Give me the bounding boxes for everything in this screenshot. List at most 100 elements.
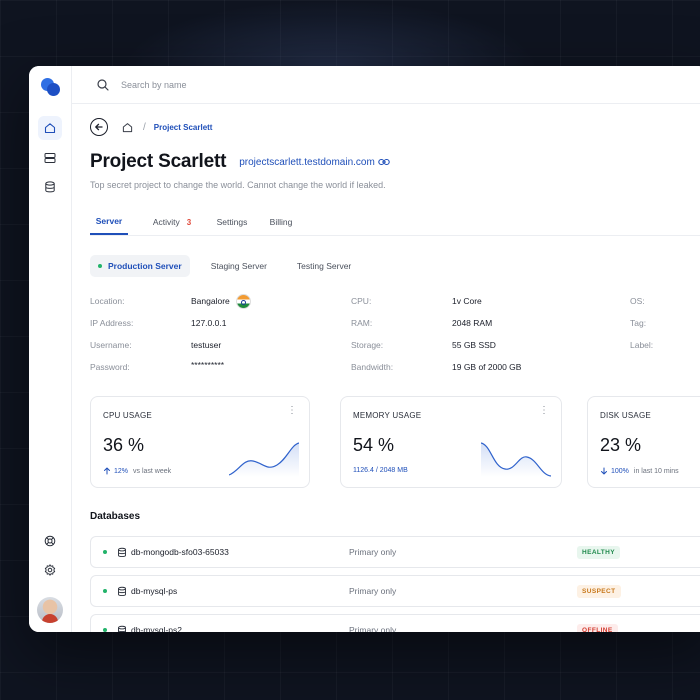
memory-usage-card: MEMORY USAGE ⋮ 54 % 1126.4 / 2048 MB (340, 396, 562, 488)
bandwidth-value: 19 GB of 2000 GB (452, 362, 522, 372)
storage-value: 55 GB SSD (452, 340, 496, 350)
tab-label: Activity (152, 217, 180, 227)
server-tab-production[interactable]: Production Server (90, 255, 190, 277)
username-value: testuser (191, 340, 222, 350)
avatar[interactable] (37, 597, 63, 623)
main-content: / Project Scarlett Project Scarlett proj… (90, 103, 700, 632)
memory-usage-value: 54 % (353, 435, 395, 455)
location-text: Bangalore (191, 295, 230, 306)
title-row: Project Scarlett projectscarlett.testdom… (90, 151, 390, 173)
bandwidth-label: Bandwidth: (351, 362, 394, 372)
back-button[interactable] (90, 118, 108, 136)
breadcrumb: / Project Scarlett (90, 117, 212, 137)
cpu-usage-value: 36 % (103, 435, 145, 455)
ram-label: RAM: (351, 318, 373, 328)
server-tab-testing[interactable]: Testing Server (297, 255, 351, 277)
more-vertical-icon[interactable]: ⋮ (539, 406, 549, 416)
breadcrumb-current[interactable]: Project Scarlett (154, 123, 213, 132)
cpu-delta: 12% vs last week (103, 467, 171, 475)
server-tab-label: Production Server (108, 261, 182, 271)
server-tab-label: Testing Server (296, 261, 352, 271)
status-badge: SUSPECT (577, 585, 621, 598)
ip-label: IP Address: (90, 318, 134, 328)
location-label: Location: (90, 296, 125, 306)
sidebar-item-servers[interactable] (38, 146, 62, 170)
database-icon (118, 547, 126, 557)
table-row[interactable]: db-mongodb-sfo03-65033 Primary only HEAL… (90, 536, 700, 568)
tab-label: Billing (269, 217, 293, 227)
ram-value: 2048 RAM (452, 318, 493, 328)
status-dot (98, 264, 102, 268)
app-logo (41, 78, 61, 96)
home-icon (122, 122, 133, 132)
server-tab-staging[interactable]: Staging Server (211, 255, 267, 277)
status-dot (103, 550, 107, 554)
sidebar-item-databases[interactable] (38, 175, 62, 199)
sidebar-item-support[interactable] (38, 529, 62, 553)
activity-count-badge: 3 (186, 217, 192, 227)
database-icon (118, 586, 126, 596)
status-badge: OFFLINE (577, 624, 618, 632)
cpu-sparkline (229, 442, 299, 477)
tag-label: Tag: (630, 318, 647, 328)
db-name: db-mongodb-sfo03-65033 (131, 547, 229, 557)
delta-value: 100% (611, 467, 629, 475)
memory-sparkline (481, 442, 551, 477)
table-row[interactable]: db-mysql-ps Primary only SUSPECT (90, 575, 700, 607)
search-input[interactable] (119, 78, 423, 91)
tab-settings[interactable]: Settings (214, 209, 250, 235)
tab-activity[interactable]: Activity 3 (147, 209, 197, 235)
disk-usage-value: 23 % (600, 435, 642, 455)
tab-bar: Server Activity 3 Settings Billing (90, 209, 700, 236)
domain-link[interactable]: projectscarlett.testdomain.com (239, 157, 375, 168)
sidebar (29, 66, 72, 632)
card-title: DISK USAGE (600, 411, 651, 420)
password-label: Password: (90, 362, 130, 372)
db-role: Primary only (349, 586, 397, 596)
gear-icon (44, 564, 56, 576)
os-label: OS: (630, 296, 645, 306)
delta-value: 12% (114, 467, 129, 475)
memory-detail-text: 1126.4 / 2048 MB (353, 467, 408, 474)
home-icon (44, 123, 56, 134)
memory-detail: 1126.4 / 2048 MB (353, 467, 408, 474)
tab-label: Server (95, 216, 123, 226)
more-vertical-icon[interactable]: ⋮ (287, 406, 297, 416)
delta-note: vs last week (133, 467, 172, 475)
arrow-down-icon (601, 467, 607, 475)
lifebuoy-icon (44, 535, 56, 547)
tab-server[interactable]: Server (90, 209, 128, 235)
page-title: Project Scarlett (90, 151, 227, 172)
breadcrumb-home[interactable] (122, 122, 133, 133)
cpu-label: CPU: (351, 296, 372, 306)
disk-delta: 100% in last 10 mins (600, 467, 679, 475)
server-tab-label: Staging Server (210, 261, 267, 271)
ip-value: 127.0.0.1 (191, 318, 227, 328)
card-title: CPU USAGE (103, 411, 152, 420)
db-name: db-mysql-ps (131, 586, 178, 596)
storage-label: Storage: (351, 340, 384, 350)
app-window: / Project Scarlett Project Scarlett proj… (29, 66, 700, 632)
cpu-value: 1v Core (452, 296, 482, 306)
db-role: Primary only (349, 625, 397, 632)
databases-heading: Databases (90, 511, 141, 522)
breadcrumb-separator: / (143, 121, 146, 133)
sidebar-item-home[interactable] (38, 116, 62, 140)
table-row[interactable]: db-mysql-ps2 Primary only OFFLINE (90, 614, 700, 632)
tab-billing[interactable]: Billing (266, 209, 296, 235)
server-tabs: Production Server Staging Server Testing… (90, 255, 351, 277)
server-info: Location: Bangalore IP Address: 127.0.0.… (90, 294, 700, 376)
top-bar (72, 66, 700, 104)
password-value: ********** (191, 360, 225, 370)
sidebar-item-settings[interactable] (38, 558, 62, 582)
status-dot (103, 589, 107, 593)
link-icon[interactable] (378, 157, 390, 167)
database-icon (118, 625, 126, 632)
location-value: Bangalore (191, 294, 251, 309)
india-flag-icon (235, 294, 251, 309)
delta-note: in last 10 mins (633, 467, 679, 475)
status-dot (103, 628, 107, 632)
db-name: db-mysql-ps2 (131, 625, 183, 632)
tab-label: Settings (216, 217, 248, 227)
status-badge: HEALTHY (577, 546, 621, 559)
